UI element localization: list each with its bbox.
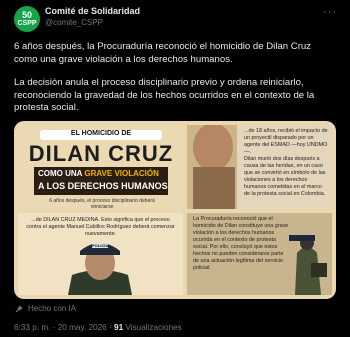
tweet-paragraph-2: La decisión anula el proceso disciplinar… — [14, 77, 315, 113]
media-panel-protest: La Procuraduría reconoció que el homicid… — [187, 213, 332, 295]
band-line1a: COMO UNA — [38, 169, 85, 178]
tweet-date[interactable]: 20 may. 2026 — [58, 323, 107, 332]
portrait-text-1: ...de 18 años, recibió el impacto de un … — [244, 128, 328, 155]
title-kicker: EL HOMICIDIO DE — [40, 130, 162, 140]
media-panel-title: EL HOMICIDIO DE DILAN CRUZ COMO UNA GRAV… — [18, 125, 183, 209]
band-line2: A LOS DERECHOS HUMANOS — [38, 181, 168, 191]
tweet-meta: 6:33 p. m. · 20 may. 2026 · 91 Visualiza… — [14, 323, 182, 332]
protest-image — [289, 235, 327, 295]
tweet-paragraph-1: 6 años después, la Procuraduría reconoci… — [14, 41, 312, 65]
band-line1b: GRAVE VIOLACIÓN — [84, 169, 159, 178]
avatar[interactable]: 50 CSPP — [14, 6, 40, 32]
tweet-text: 6 años después, la Procuraduría reconoci… — [14, 41, 337, 126]
officer-image — [68, 243, 132, 295]
title-band: COMO UNA GRAVE VIOLACIÓN A LOS DERECHOS … — [34, 167, 168, 195]
account-name[interactable]: Comité de Solidaridad — [45, 6, 140, 16]
title-name: DILAN CRUZ — [28, 141, 174, 166]
ai-label[interactable]: Hecho con IA — [28, 304, 76, 313]
policia-label: POLICÍA — [92, 243, 109, 248]
tweet-time[interactable]: 6:33 p. m. — [14, 323, 50, 332]
views-label: Visualizaciones — [125, 323, 182, 332]
account-handle[interactable]: @comite_CSPP — [45, 18, 103, 27]
avatar-number: 50 — [21, 10, 32, 20]
tweet-media[interactable]: EL HOMICIDIO DE DILAN CRUZ COMO UNA GRAV… — [14, 121, 336, 299]
portrait-text-2: Dilan murió dos días después a causa de … — [244, 156, 326, 197]
title-caption: 6 años después, el proceso disciplinario… — [49, 198, 155, 209]
views-count: 91 — [114, 323, 124, 332]
media-panel-officer: ...de DILAN CRUZ MEDINA. Esto significa … — [18, 213, 183, 295]
avatar-label: CSPP — [17, 20, 37, 27]
ai-info-icon — [15, 305, 23, 313]
media-panel-portrait: ...de 18 años, recibió el impacto de un … — [187, 125, 332, 209]
more-options-icon[interactable]: ··· — [323, 6, 337, 18]
